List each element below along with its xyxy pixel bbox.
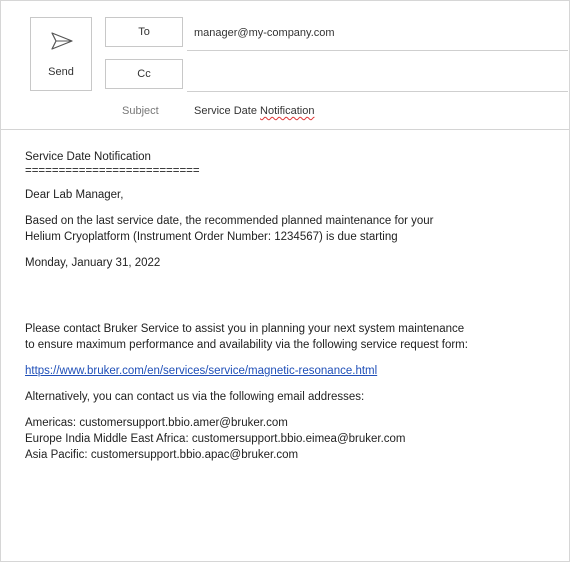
- contact-apac: Asia Pacific: customersupport.bbio.apac@…: [25, 449, 299, 461]
- alternative-contact-text: Alternatively, you can contact us via th…: [25, 391, 365, 403]
- subject-label: Subject: [122, 105, 159, 117]
- subject-text: Service Date: [194, 105, 261, 117]
- cc-field-underline[interactable]: [187, 91, 568, 92]
- send-button-label: Send: [48, 66, 74, 78]
- paragraph-1-line-2: Helium Cryoplatform (Instrument Order Nu…: [25, 231, 398, 243]
- service-date: Monday, January 31, 2022: [25, 257, 161, 269]
- body-title: Service Date Notification: [25, 151, 151, 163]
- paragraph-2-line-2: to ensure maximum performance and availa…: [25, 339, 468, 351]
- cc-button[interactable]: Cc: [105, 59, 183, 89]
- to-button[interactable]: To: [105, 17, 183, 47]
- to-field[interactable]: manager@my-company.com: [194, 27, 335, 39]
- send-icon: [51, 32, 73, 50]
- compose-header: Send To manager@my-company.com Cc Subjec…: [1, 1, 569, 130]
- email-compose-window: Send To manager@my-company.com Cc Subjec…: [0, 0, 570, 562]
- to-field-underline: [187, 50, 568, 51]
- contact-eimea: Europe India Middle East Africa: custome…: [25, 433, 406, 445]
- body-divider: ==========================: [25, 165, 200, 177]
- contact-americas: Americas: customersupport.bbio.amer@bruk…: [25, 417, 288, 429]
- email-body[interactable]: Service Date Notification ==============…: [25, 149, 555, 463]
- service-request-link[interactable]: https://www.bruker.com/en/services/servi…: [25, 365, 377, 377]
- subject-misspelled-word: Notification: [260, 105, 315, 117]
- paragraph-1-line-1: Based on the last service date, the reco…: [25, 215, 434, 227]
- subject-field[interactable]: Service Date Notification: [194, 105, 314, 117]
- greeting: Dear Lab Manager,: [25, 189, 124, 201]
- paragraph-2-line-1: Please contact Bruker Service to assist …: [25, 323, 465, 335]
- send-button[interactable]: Send: [30, 17, 92, 91]
